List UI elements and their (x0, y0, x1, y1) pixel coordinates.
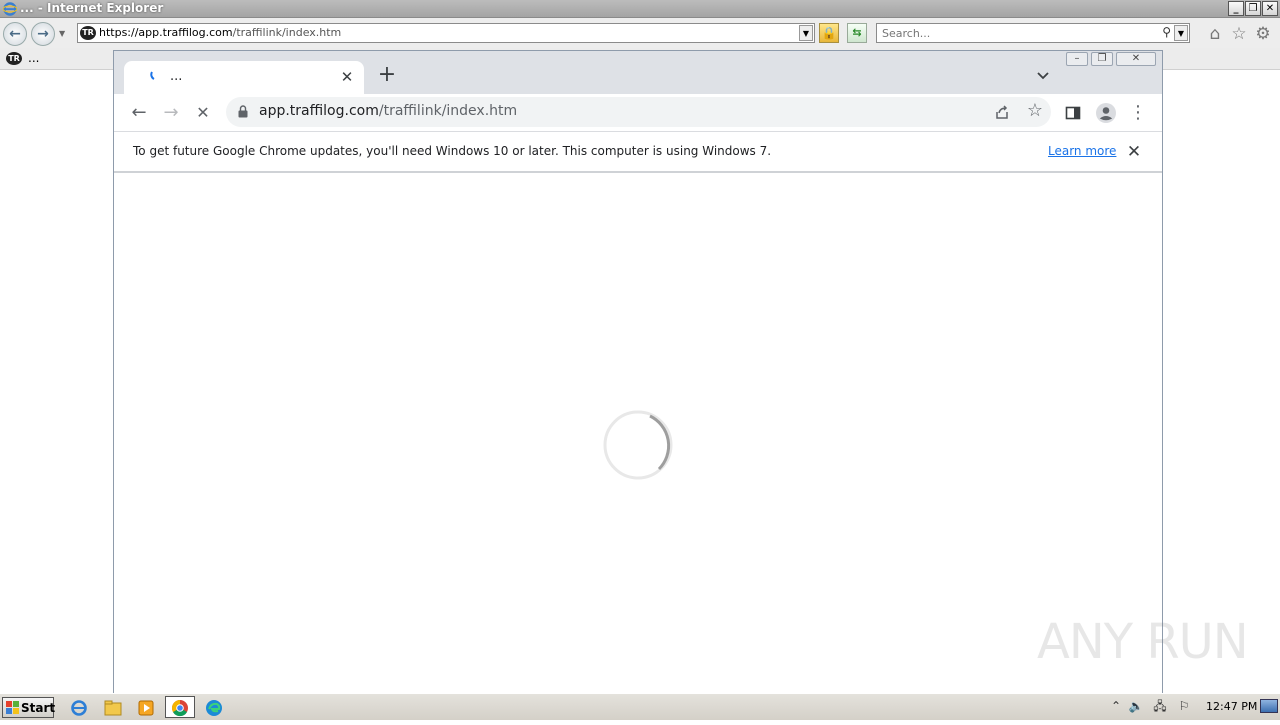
ie-window-title: ... - Internet Explorer (20, 1, 164, 15)
padlock-icon[interactable] (238, 105, 248, 118)
show-hidden-icons-icon[interactable]: ⌃ (1108, 698, 1124, 714)
ie-title-bar: ... - Internet Explorer _ ❐ ✕ (0, 0, 1280, 18)
watermark-text: ANY RUN (1037, 614, 1249, 670)
back-icon[interactable]: ← (126, 100, 152, 126)
infobar-close-icon[interactable]: ✕ (1124, 142, 1144, 162)
page-loading-spinner-icon (603, 410, 673, 480)
ie-refresh-button[interactable]: ⇆ (847, 23, 867, 43)
start-button[interactable]: Start (2, 697, 56, 718)
chrome-window: ... ✕ + – ❐ ✕ ← → ✕ app.traffilog.com/tr… (113, 50, 1163, 694)
learn-more-link[interactable]: Learn more (1048, 144, 1116, 158)
anyrun-watermark: ANY RUN (1037, 606, 1249, 676)
ie-tab-label[interactable]: ... (28, 51, 39, 65)
ie-address-dropdown-icon[interactable]: ▼ (799, 25, 813, 41)
home-icon[interactable]: ⌂ (1205, 24, 1225, 44)
chrome-minimize-button[interactable]: – (1066, 52, 1088, 66)
chrome-tab-strip: ... ✕ + – ❐ ✕ (114, 51, 1162, 94)
windows-flag-icon (6, 701, 19, 714)
internet-explorer-icon (3, 2, 17, 16)
profile-avatar-icon[interactable] (1095, 102, 1117, 124)
ie-minimize-button[interactable]: _ (1228, 1, 1244, 16)
new-tab-button[interactable]: + (376, 64, 398, 87)
settings-gear-icon[interactable]: ⚙ (1253, 24, 1273, 44)
side-panel-icon[interactable] (1065, 105, 1081, 121)
forward-icon[interactable]: → (158, 100, 184, 126)
ie-search-box[interactable]: ⚲ ▼ (876, 23, 1190, 43)
bookmark-star-icon[interactable]: ☆ (1027, 100, 1043, 122)
ie-history-dropdown-icon[interactable]: ▼ (59, 29, 65, 38)
taskbar-media-player-icon[interactable] (131, 696, 161, 718)
taskbar-chrome-icon[interactable] (165, 696, 195, 718)
share-icon[interactable] (993, 103, 1011, 121)
ie-close-button[interactable]: ✕ (1262, 1, 1278, 16)
omnibox[interactable]: app.traffilog.com/traffilink/index.htm ☆ (226, 97, 1051, 127)
taskbar-edge-icon[interactable] (199, 696, 229, 718)
favorites-star-icon[interactable]: ☆ (1229, 24, 1249, 44)
back-arrow-icon: ← (9, 26, 21, 42)
update-infobar: To get future Google Chrome updates, you… (114, 131, 1162, 173)
site-favicon: TR (80, 26, 96, 40)
show-desktop-icon[interactable] (1260, 699, 1278, 713)
chrome-restore-button[interactable]: ❐ (1091, 52, 1113, 66)
tab-loading-spinner-icon (150, 71, 155, 80)
clock[interactable]: 12:47 PM (1206, 700, 1257, 713)
volume-icon[interactable]: 🔈 (1128, 698, 1144, 714)
ie-search-input[interactable] (880, 25, 1150, 41)
ie-tab-favicon: TR (6, 52, 22, 65)
chrome-menu-icon[interactable]: ⋮ (1125, 100, 1151, 126)
chrome-toolbar: ← → ✕ app.traffilog.com/traffilink/index… (114, 94, 1162, 131)
system-tray: ⌃ 🔈 🖧 ⚐ 12:47 PM (1104, 696, 1280, 719)
tab-search-chevron-icon[interactable] (1032, 67, 1054, 85)
ie-restore-button[interactable]: ❐ (1245, 1, 1261, 16)
ie-address-bar[interactable]: TR https://app.traffilog.com/traffilink/… (77, 23, 815, 43)
omnibox-url[interactable]: app.traffilog.com/traffilink/index.htm (259, 103, 517, 119)
ie-security-lock-icon[interactable]: 🔒 (819, 23, 839, 43)
tab-close-icon[interactable]: ✕ (338, 68, 356, 86)
forward-arrow-icon: → (37, 26, 49, 42)
search-icon[interactable]: ⚲ (1162, 25, 1171, 39)
chrome-tab-active[interactable]: ... ✕ (124, 61, 364, 94)
ie-forward-button[interactable]: → (31, 22, 55, 46)
taskbar-ie-icon[interactable] (64, 696, 94, 718)
taskbar-explorer-folder-icon[interactable] (98, 696, 128, 718)
chrome-close-button[interactable]: ✕ (1116, 52, 1156, 66)
ie-search-dropdown-icon[interactable]: ▼ (1174, 25, 1188, 41)
ie-address-url[interactable]: https://app.traffilog.com/traffilink/ind… (99, 26, 341, 39)
chrome-tab-title: ... (170, 69, 183, 84)
start-label: Start (21, 701, 56, 715)
page-content (114, 173, 1162, 694)
stop-loading-icon[interactable]: ✕ (190, 100, 216, 126)
action-center-flag-icon[interactable]: ⚐ (1176, 698, 1192, 714)
network-icon[interactable]: 🖧 (1152, 698, 1168, 714)
windows-taskbar: Start ⌃ 🔈 🖧 ⚐ 12:47 PM (0, 693, 1280, 720)
infobar-message: To get future Google Chrome updates, you… (133, 144, 772, 158)
ie-back-button[interactable]: ← (3, 22, 27, 46)
